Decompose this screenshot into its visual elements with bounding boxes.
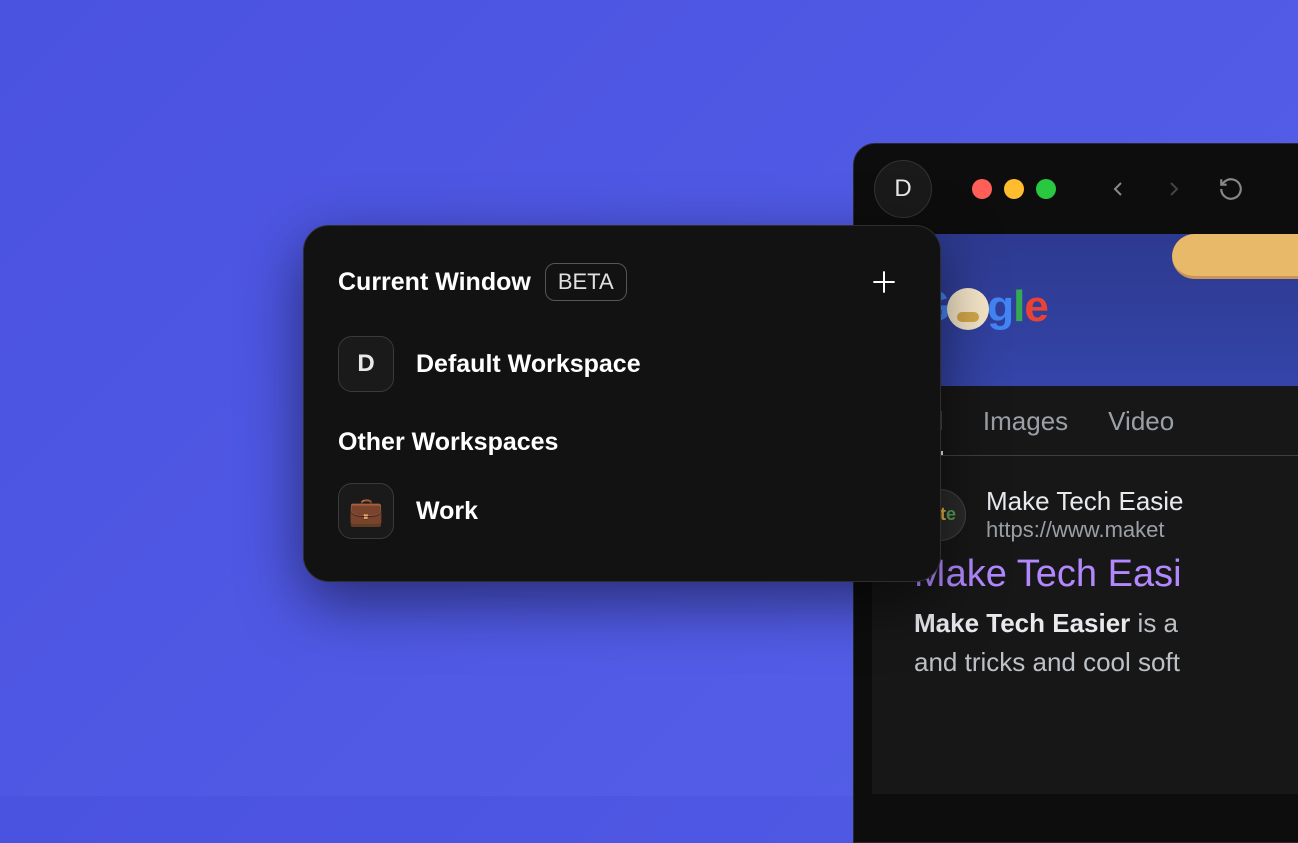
- popup-title: Current Window: [338, 268, 531, 297]
- result-snippet: Make Tech Easier is a and tricks and coo…: [914, 604, 1298, 682]
- popup-title-row: Current Window BETA: [338, 263, 627, 301]
- workspace-item-work[interactable]: 💼 Work: [338, 475, 906, 547]
- snippet-bold: Make Tech Easier: [914, 608, 1130, 638]
- browser-toolbar: D: [854, 144, 1298, 234]
- workspace-badge[interactable]: D: [874, 160, 932, 218]
- workspace-item-default[interactable]: D Default Workspace: [338, 328, 906, 400]
- add-workspace-button[interactable]: [862, 260, 906, 304]
- maximize-window-button[interactable]: [1036, 179, 1056, 199]
- result-url: https://www.maket: [986, 517, 1184, 543]
- close-window-button[interactable]: [972, 179, 992, 199]
- nav-icons: [1106, 176, 1244, 202]
- traffic-lights: [972, 179, 1056, 199]
- tab-images[interactable]: Images: [983, 406, 1068, 455]
- back-icon[interactable]: [1106, 176, 1130, 202]
- tab-videos[interactable]: Video: [1108, 406, 1174, 455]
- workspace-label: Default Workspace: [416, 350, 641, 379]
- beta-badge: BETA: [545, 263, 627, 301]
- result-title-link[interactable]: Make Tech Easi: [914, 553, 1298, 596]
- minimize-window-button[interactable]: [1004, 179, 1024, 199]
- workspace-icon-box: 💼: [338, 483, 394, 539]
- result-header: mte Make Tech Easie https://www.maket: [914, 486, 1298, 543]
- result-site-name: Make Tech Easie: [986, 486, 1184, 517]
- workspace-icon-box: D: [338, 336, 394, 392]
- workspace-switcher-popup: Current Window BETA D Default Workspace …: [303, 225, 941, 582]
- briefcase-icon: 💼: [349, 495, 384, 528]
- other-workspaces-heading: Other Workspaces: [338, 428, 906, 457]
- snippet-line2: and tricks and cool soft: [914, 647, 1180, 677]
- workspace-icon-letter: D: [357, 350, 374, 378]
- result-site-info: Make Tech Easie https://www.maket: [986, 486, 1184, 543]
- snippet-rest-1: is a: [1130, 608, 1178, 638]
- tabs-divider: [914, 455, 1298, 456]
- forward-icon[interactable]: [1162, 176, 1186, 202]
- workspace-badge-letter: D: [894, 175, 911, 203]
- workspace-label: Work: [416, 497, 478, 526]
- reload-icon[interactable]: [1218, 176, 1244, 202]
- doodle-bread: [1172, 234, 1298, 279]
- popup-header: Current Window BETA: [338, 260, 906, 304]
